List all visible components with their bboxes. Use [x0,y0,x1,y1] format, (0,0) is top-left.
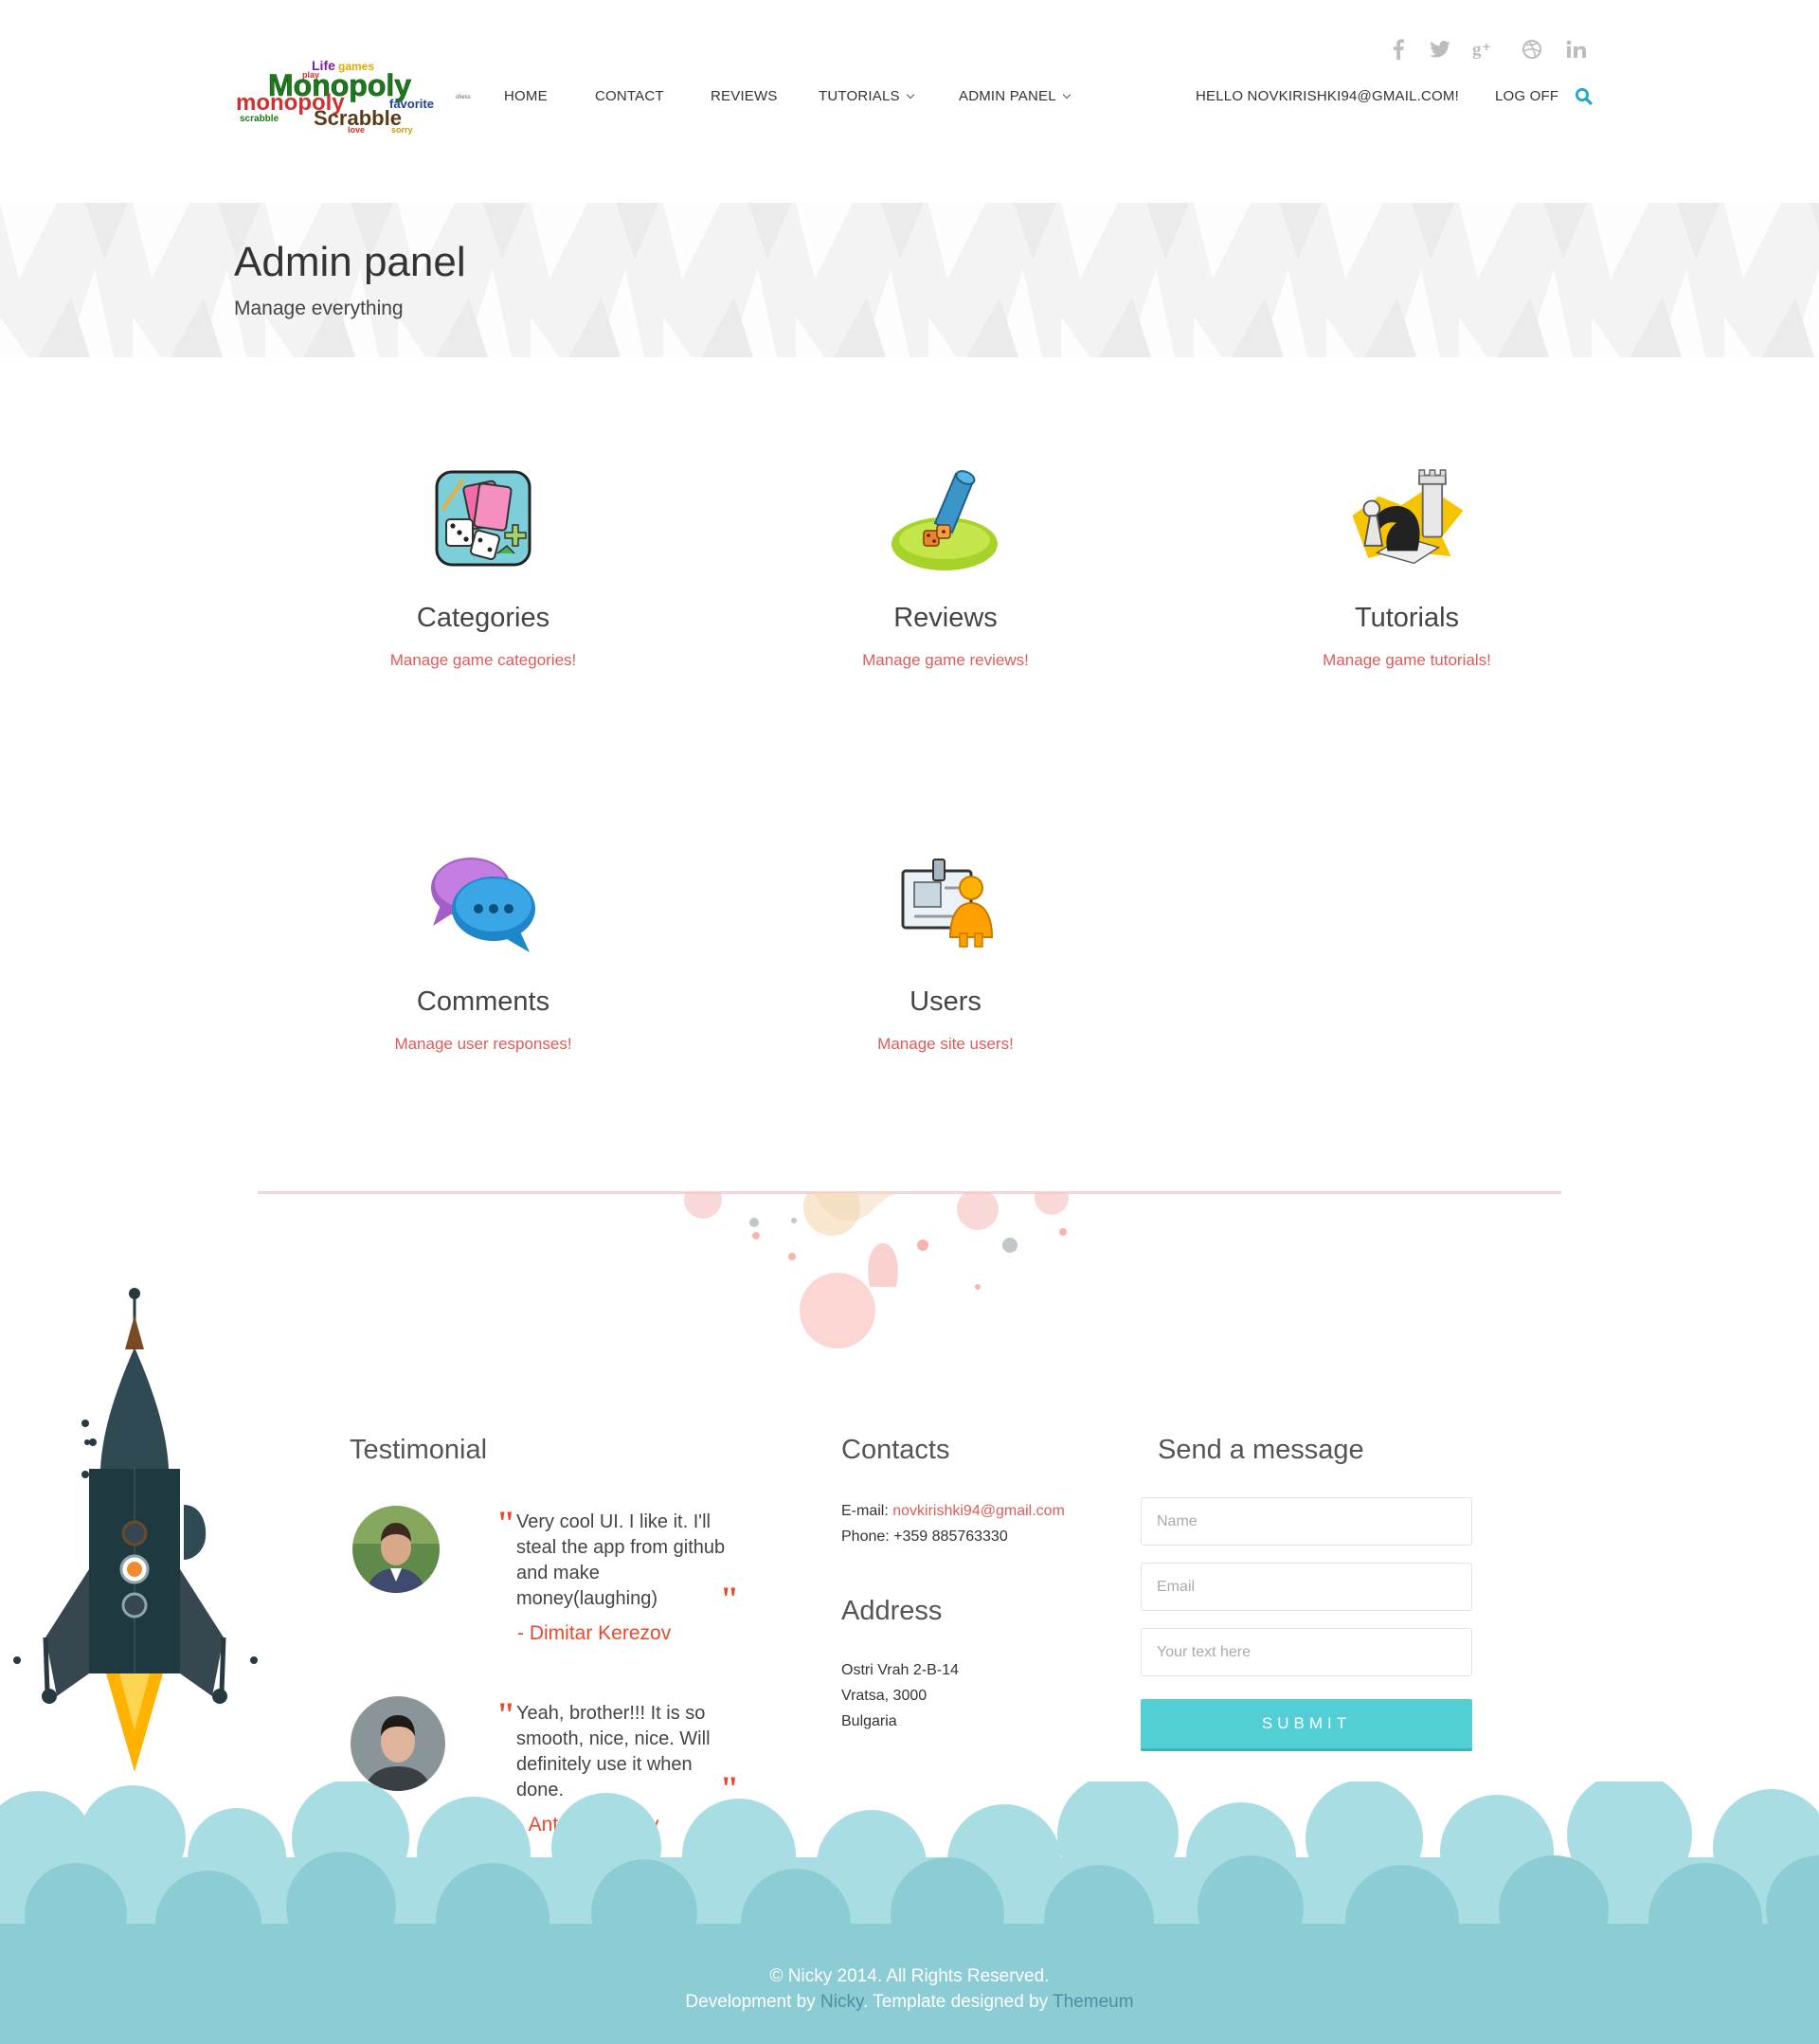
template-prefix: . Template designed by [863,1992,1054,2012]
copyright-line: © Nicky 2014. All Rights Reserved. [769,1966,1050,1986]
page-subtitle: Manage everything [234,298,404,319]
submit-button[interactable]: SUBMIT [1141,1699,1472,1751]
tile-title: Tutorials [1354,603,1460,633]
tile-title: Reviews [893,603,998,633]
user-greeting[interactable]: HELLO NOVKIRISHKI94@GMAIL.COM! [1196,88,1459,104]
phone-line: Phone: +359 885763330 [841,1528,1008,1545]
nav-tutorials[interactable]: TUTORIALS [819,88,914,104]
main-nav: HOME CONTACT REVIEWS TUTORIALS ADMIN PAN… [0,88,1819,107]
search-icon[interactable] [1575,87,1594,106]
chess-icon [1352,469,1464,565]
linkedin-icon[interactable] [1563,36,1590,63]
address-line: Ostri Vrah 2-B-14 [841,1662,959,1678]
address-line: Bulgaria [841,1713,897,1729]
facebook-icon[interactable] [1385,36,1412,63]
message-field[interactable] [1141,1628,1472,1676]
cards-dice-icon [435,470,531,567]
nav-admin-label: ADMIN PANEL [959,88,1056,104]
page-title: Admin panel [234,239,466,285]
tile-description: Manage game categories! [389,651,577,669]
name-field[interactable] [1141,1497,1472,1546]
user-card-icon [901,859,994,948]
tile-title: Categories [416,603,550,633]
nav-tutorials-label: TUTORIALS [819,88,900,104]
svg-text:g: g [1472,40,1482,60]
tile-categories[interactable]: Categories Manage game categories! [294,462,673,670]
tile-title: Users [910,986,982,1017]
nav-reviews[interactable]: REVIEWS [711,88,778,104]
avatar [351,1696,445,1791]
tile-reviews[interactable]: Reviews Manage game reviews! [756,462,1135,670]
email-label: E-mail: [841,1503,893,1519]
testimonial-text: Very cool UI. I like it. I'll steal the … [516,1511,726,1609]
quote-open-icon: " [496,1695,515,1733]
themeum-link[interactable]: Themeum [1053,1992,1134,2012]
svg-text:+: + [1483,39,1490,54]
tile-users[interactable]: Users Manage site users! [756,846,1135,1054]
email-line: E-mail: novkirishki94@gmail.com [841,1498,1065,1524]
tile-description: Manage site users! [877,1035,1014,1053]
address-block: Ostri Vrah 2-B-14 Vratsa, 3000 Bulgaria [841,1657,959,1734]
dev-prefix: Development by [685,1992,820,2012]
contacts-title: Contacts [841,1435,950,1465]
tile-comments[interactable]: Comments Manage user responses! [294,846,673,1054]
tile-description: Manage game reviews! [862,651,1029,669]
testimonial-title: Testimonial [350,1435,488,1465]
contact-info: E-mail: novkirishki94@gmail.com Phone: +… [841,1498,1065,1549]
dice-cup-icon [891,470,998,570]
chat-bubbles-icon [431,858,535,952]
chevron-down-icon [1062,90,1072,99]
tile-description: Manage user responses! [394,1035,572,1053]
tile-description: Manage game tutorials! [1323,651,1491,669]
nav-logoff[interactable]: LOG OFF [1495,88,1558,104]
avatar [352,1506,440,1593]
testimonial-author: - Dimitar Kerezov [517,1622,672,1644]
email-link[interactable]: novkirishki94@gmail.com [892,1503,1065,1519]
address-line: Vratsa, 3000 [841,1688,928,1704]
quote-close-icon: " [720,1580,739,1618]
nav-contact[interactable]: CONTACT [595,88,664,104]
dev-link[interactable]: Nicky [820,1992,863,2012]
address-title: Address [841,1596,943,1626]
dribbble-icon[interactable] [1519,36,1545,63]
svg-text:love: love [348,125,365,135]
tile-tutorials[interactable]: Tutorials Manage game tutorials! [1217,462,1596,670]
svg-text:scrabble: scrabble [240,114,279,124]
rocket-illustration [13,1288,258,1772]
quote-open-icon: " [496,1504,515,1542]
svg-text:sorry: sorry [391,125,413,135]
email-field[interactable] [1141,1563,1472,1611]
message-title: Send a message [1158,1435,1364,1465]
nav-home[interactable]: HOME [504,88,548,104]
tile-title: Comments [416,986,550,1017]
twitter-icon[interactable] [1427,36,1453,63]
credits-line: Development by Nicky. Template designed … [0,1992,1819,2013]
splash-decoration [684,1192,1069,1348]
nav-admin-panel[interactable]: ADMIN PANEL [959,88,1072,104]
google-plus-icon[interactable]: g + [1470,36,1497,63]
chevron-down-icon [906,90,914,99]
